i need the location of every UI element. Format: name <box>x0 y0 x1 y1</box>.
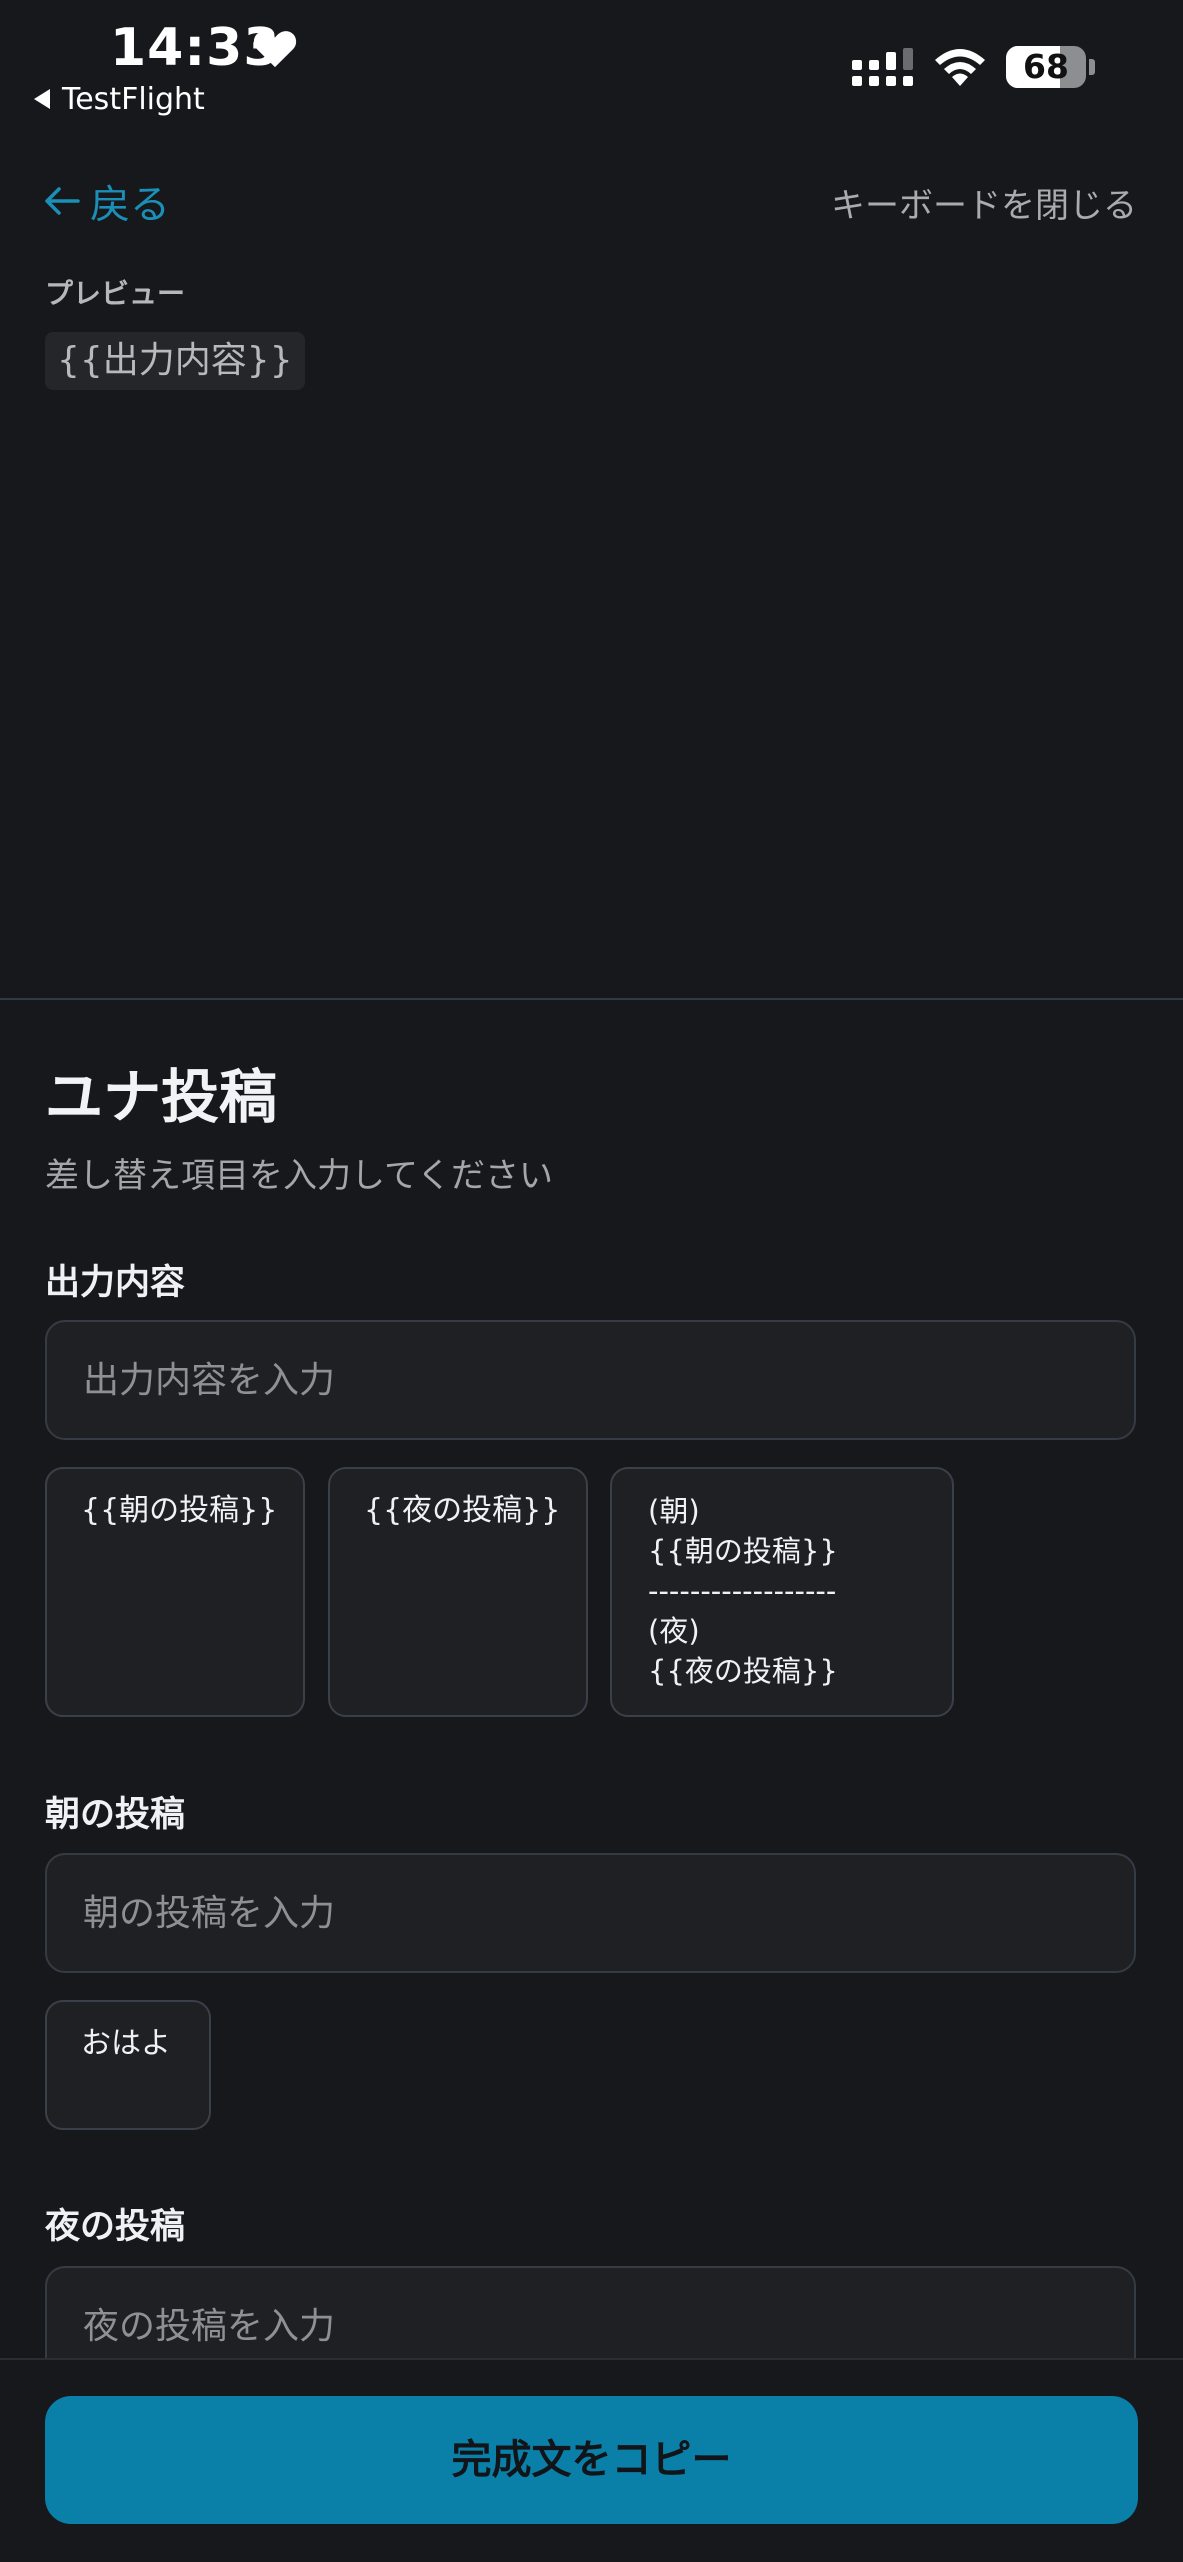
cellular-signal-icon <box>852 48 913 86</box>
morning-field-label: 朝の投稿 <box>45 1795 186 1835</box>
output-field-label: 出力内容 <box>45 1263 186 1303</box>
night-field-label: 夜の投稿 <box>45 2207 186 2247</box>
morning-post-input[interactable] <box>45 1853 1136 1973</box>
form-title: ユナ投稿 <box>45 1063 278 1131</box>
close-keyboard-button[interactable]: キーボードを閉じる <box>831 178 1137 227</box>
heart-icon <box>253 31 297 68</box>
back-button-label: 戻る <box>90 182 170 228</box>
suggestion-chip-night-var[interactable]: {{夜の投稿}} <box>328 1467 588 1717</box>
suggestion-chip-ohayo[interactable]: おはよ <box>45 2000 211 2130</box>
back-to-app-link[interactable]: TestFlight <box>34 82 205 117</box>
section-divider <box>0 998 1183 1000</box>
arrow-left-icon <box>45 187 80 215</box>
form-subtitle: 差し替え項目を入力してください <box>45 1156 553 1196</box>
back-triangle-icon <box>34 88 50 109</box>
preview-label: プレビュー <box>45 277 186 310</box>
wifi-icon <box>935 49 985 86</box>
battery-percentage: 68 <box>1023 47 1069 86</box>
preview-content: {{出力内容}} <box>45 332 305 390</box>
battery-icon: 68 <box>1006 46 1096 90</box>
back-button[interactable]: 戻る <box>44 172 170 230</box>
back-app-label: TestFlight <box>62 82 205 117</box>
output-content-input[interactable] <box>45 1320 1136 1440</box>
suggestion-chip-morning-var[interactable]: {{朝の投稿}} <box>45 1467 305 1717</box>
suggestion-chip-template[interactable]: (朝) {{朝の投稿}} ------------------ (夜) {{夜の… <box>610 1467 954 1717</box>
copy-completed-text-button[interactable]: 完成文をコピー <box>45 2396 1138 2524</box>
